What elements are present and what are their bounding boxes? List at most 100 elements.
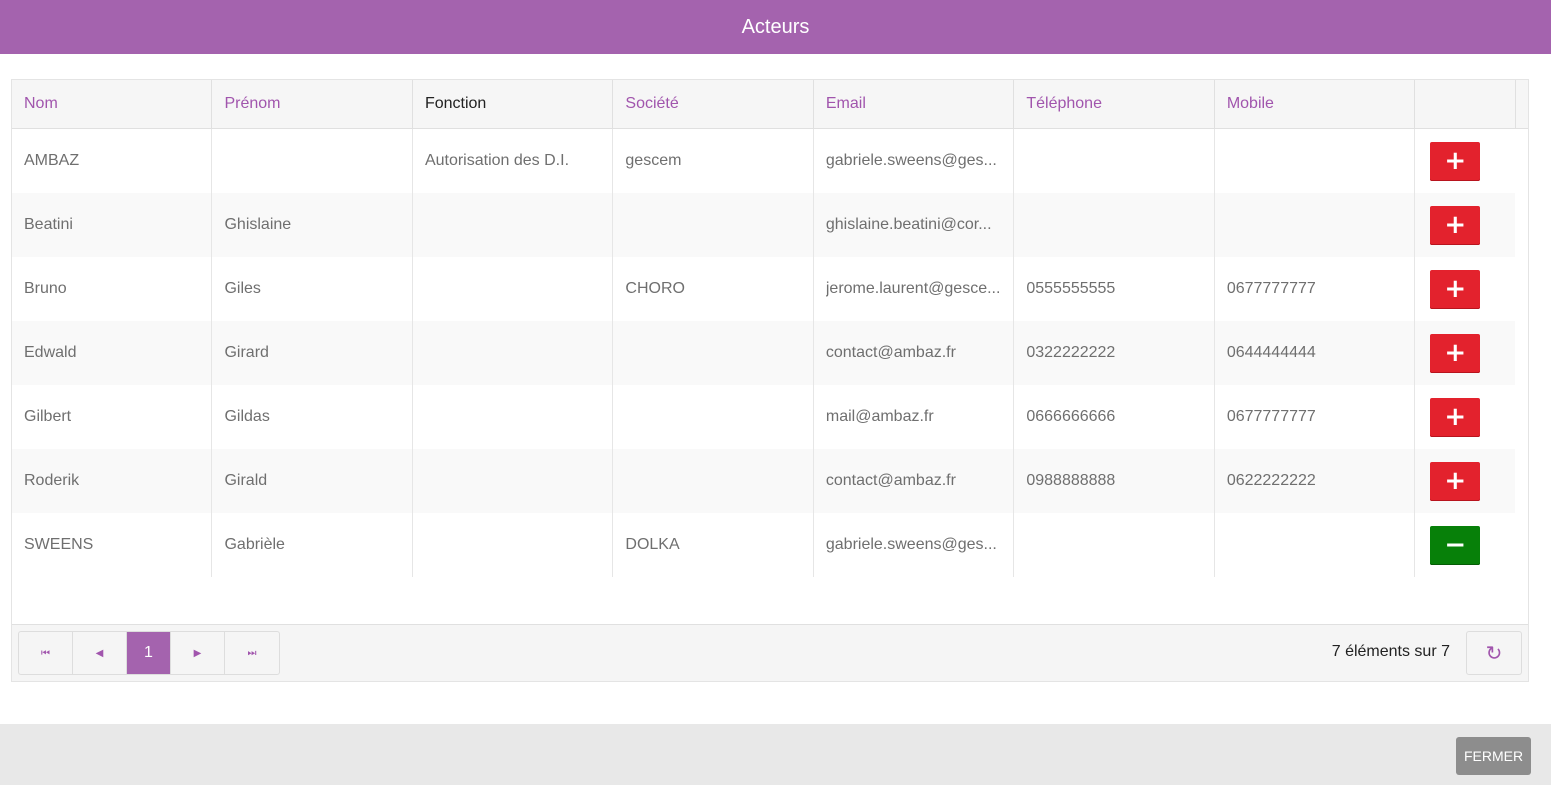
cell-fonction-text: Autorisation des D.I. <box>424 152 570 169</box>
cell-fonction <box>413 193 614 257</box>
cell-email-text: mail@ambaz.fr <box>825 408 934 425</box>
cell-mobile: 0677777777 <box>1215 385 1416 449</box>
cell-mobile-text: 0622222222 <box>1226 472 1316 489</box>
add-actor-button[interactable]: + <box>1430 461 1481 501</box>
cell-telephone <box>1014 129 1215 193</box>
cell-email-text: gabriele.sweens@ges... <box>825 152 997 169</box>
cell-nom-text: AMBAZ <box>24 152 80 169</box>
column-header-action <box>1415 80 1517 128</box>
cell-email: gabriele.sweens@ges... <box>814 513 1015 577</box>
close-button[interactable]: FERMER <box>1456 737 1531 775</box>
column-header-prenom[interactable]: Prénom <box>212 80 413 128</box>
add-actor-button[interactable]: + <box>1430 269 1481 309</box>
cell-fonction <box>413 449 614 513</box>
actors-grid: Nom Prénom Fonction Société Email Téléph… <box>11 79 1529 682</box>
cell-mobile <box>1215 193 1416 257</box>
table-row[interactable]: Gilbert Gildas mail@ambaz.fr 0666666666 0677… <box>12 385 1515 449</box>
last-page-icon[interactable]: ⏭ <box>225 632 279 674</box>
cell-email: ghislaine.beatini@cor... <box>814 193 1015 257</box>
cell-action: + <box>1415 449 1515 513</box>
add-actor-button[interactable]: + <box>1430 141 1481 181</box>
cell-email: jerome.laurent@gesce... <box>814 257 1015 321</box>
actors-dialog: Acteurs Nom Prénom Fonction Société Emai… <box>0 0 1551 785</box>
cell-fonction <box>413 385 614 449</box>
cell-telephone: 0555555555 <box>1014 257 1215 321</box>
grid-pager: ⏮ ◀ 1 ▶ ⏭ 7 éléments sur 7 ↻ <box>12 624 1528 681</box>
cell-nom-text: SWEENS <box>24 536 94 553</box>
first-page-icon[interactable]: ⏮ <box>19 632 73 674</box>
cell-email-text: gabriele.sweens@ges... <box>825 536 997 553</box>
cell-prenom: Girald <box>212 449 413 513</box>
column-header-mobile[interactable]: Mobile <box>1215 80 1416 128</box>
cell-fonction <box>413 321 614 385</box>
cell-prenom: Girard <box>212 321 413 385</box>
cell-email-text: contact@ambaz.fr <box>825 472 956 489</box>
cell-telephone: 0666666666 <box>1014 385 1215 449</box>
table-row[interactable]: SWEENS Gabrièle DOLKA gabriele.sweens@ges..… <box>12 513 1515 577</box>
cell-action: + <box>1415 385 1515 449</box>
cell-email-text: ghislaine.beatini@cor... <box>825 216 992 233</box>
cell-nom: Bruno <box>12 257 213 321</box>
remove-actor-button[interactable]: − <box>1430 525 1481 565</box>
add-actor-button[interactable]: + <box>1430 333 1481 373</box>
refresh-icon[interactable]: ↻ <box>1466 631 1522 675</box>
table-row[interactable]: Roderik Girald contact@ambaz.fr 0988888888 0… <box>12 449 1515 513</box>
pager-info: 7 éléments sur 7 <box>1331 643 1450 660</box>
table-row[interactable]: Bruno Giles CHORO jerome.laurent@gesce... 05… <box>12 257 1515 321</box>
cell-action: + <box>1415 321 1515 385</box>
cell-societe-text: CHORO <box>625 280 685 297</box>
cell-telephone-text: 0322222222 <box>1026 344 1116 361</box>
cell-telephone <box>1014 193 1215 257</box>
cell-telephone-text: 0666666666 <box>1026 408 1116 425</box>
cell-societe: CHORO <box>613 257 814 321</box>
column-header-email[interactable]: Email <box>814 80 1015 128</box>
cell-telephone: 0988888888 <box>1014 449 1215 513</box>
cell-mobile-text: 0644444444 <box>1226 344 1316 361</box>
add-actor-button[interactable]: + <box>1430 205 1481 245</box>
cell-societe-text: gescem <box>625 152 682 169</box>
table-row[interactable]: Edwald Girard contact@ambaz.fr 0322222222 06… <box>12 321 1515 385</box>
cell-telephone-text: 0988888888 <box>1026 472 1116 489</box>
dialog-footer: FERMER <box>0 724 1551 785</box>
cell-prenom-text: Girard <box>224 344 269 361</box>
cell-action: + <box>1415 257 1515 321</box>
cell-societe: gescem <box>613 129 814 193</box>
cell-telephone <box>1014 513 1215 577</box>
cell-mobile: 0622222222 <box>1215 449 1416 513</box>
cell-nom: SWEENS <box>12 513 213 577</box>
cell-nom-text: Edwald <box>24 344 77 361</box>
cell-fonction <box>413 513 614 577</box>
cell-action: − <box>1415 513 1515 577</box>
column-header-nom[interactable]: Nom <box>12 80 213 128</box>
cell-action: + <box>1415 129 1515 193</box>
add-actor-button[interactable]: + <box>1430 397 1481 437</box>
dialog-title-bar: Acteurs <box>0 0 1551 54</box>
table-row[interactable]: AMBAZ Autorisation des D.I. gescem gabriele… <box>12 129 1515 193</box>
column-header-telephone[interactable]: Téléphone <box>1014 80 1215 128</box>
cell-telephone-text: 0555555555 <box>1026 280 1116 297</box>
cell-nom-text: Beatini <box>24 216 73 233</box>
scrollbar-gutter <box>1516 80 1528 128</box>
cell-nom-text: Bruno <box>24 280 67 297</box>
cell-prenom-text: Girald <box>224 472 268 489</box>
cell-prenom-text: Gildas <box>224 408 270 425</box>
next-page-icon[interactable]: ▶ <box>171 632 225 674</box>
cell-nom: AMBAZ <box>12 129 213 193</box>
grid-body: AMBAZ Autorisation des D.I. gescem gabriele… <box>12 129 1528 577</box>
cell-mobile <box>1215 513 1416 577</box>
column-header-societe[interactable]: Société <box>613 80 814 128</box>
cell-nom-text: Roderik <box>24 472 80 489</box>
cell-fonction: Autorisation des D.I. <box>413 129 614 193</box>
cell-fonction <box>413 257 614 321</box>
cell-societe <box>613 193 814 257</box>
cell-prenom-text: Ghislaine <box>224 216 292 233</box>
table-row[interactable]: Beatini Ghislaine ghislaine.beatini@cor...… <box>12 193 1515 257</box>
cell-prenom: Ghislaine <box>212 193 413 257</box>
cell-nom-text: Gilbert <box>24 408 72 425</box>
cell-societe-text: DOLKA <box>625 536 680 553</box>
cell-email-text: contact@ambaz.fr <box>825 344 956 361</box>
cell-action: + <box>1415 193 1515 257</box>
page-number-button[interactable]: 1 <box>127 632 171 674</box>
previous-page-icon[interactable]: ◀ <box>73 632 127 674</box>
cell-telephone: 0322222222 <box>1014 321 1215 385</box>
